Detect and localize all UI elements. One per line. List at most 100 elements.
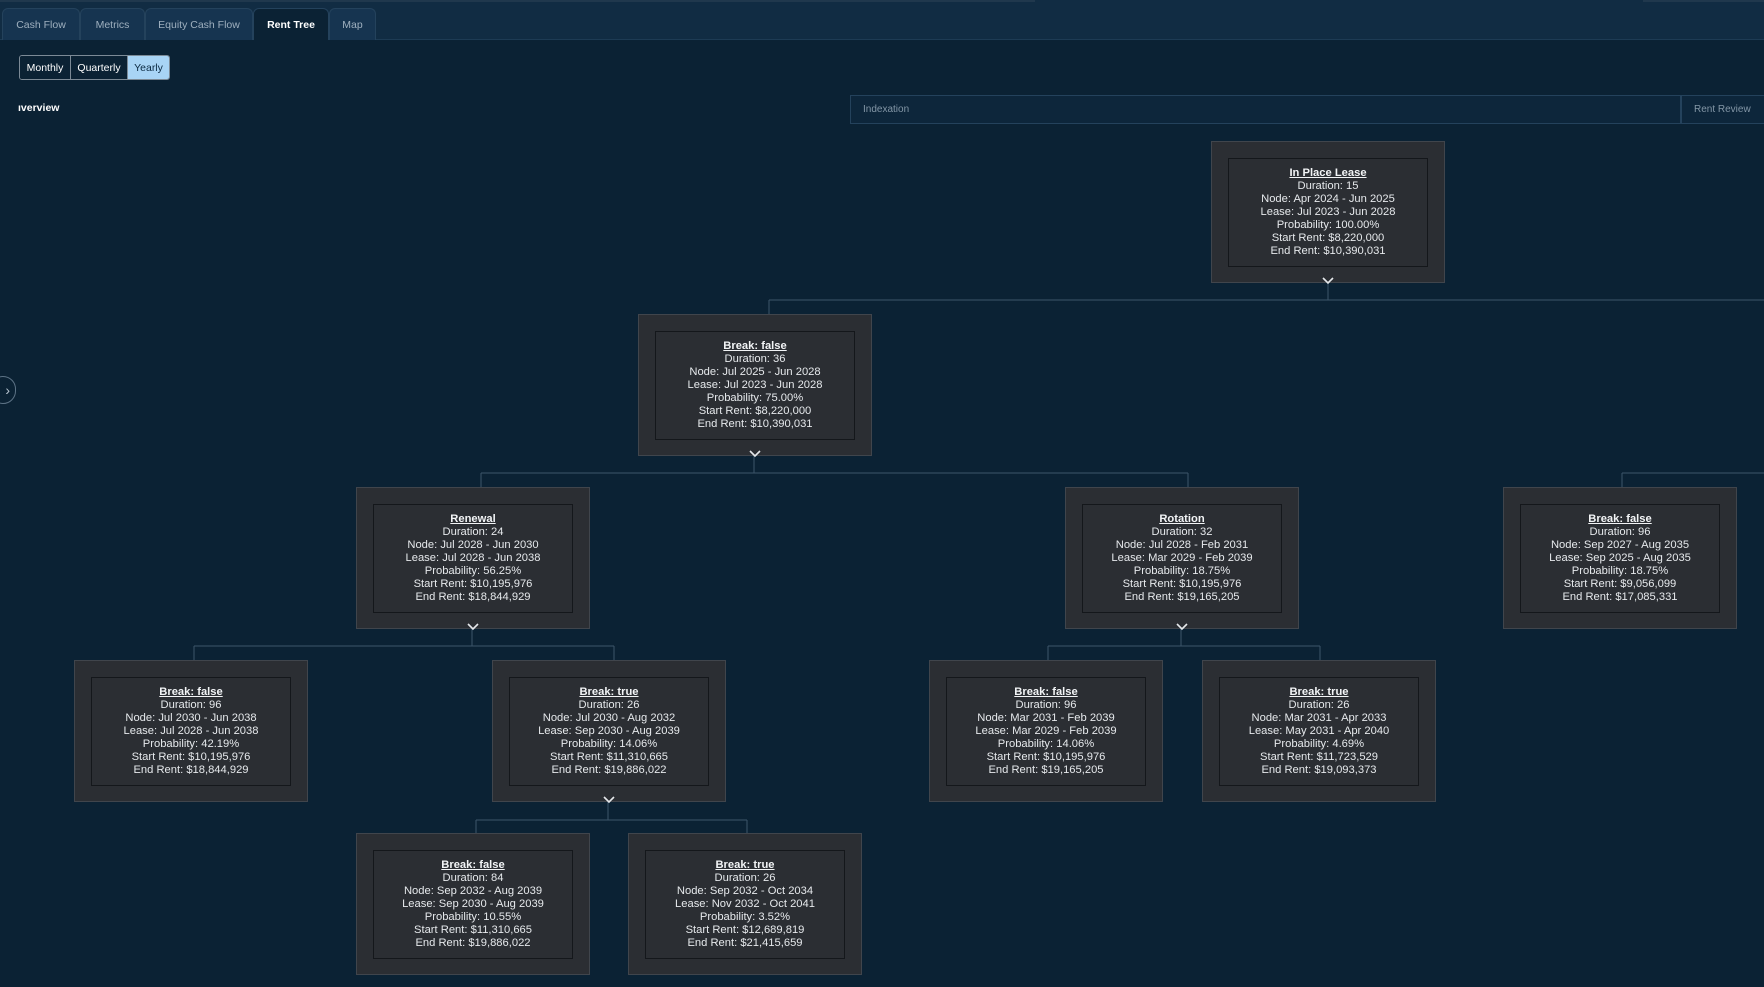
node-probability: Probability: 42.19% [142,738,240,750]
node-probability: Probability: 56.25% [424,565,522,577]
node-duration: Duration: 26 [578,699,640,711]
tree-node-card[interactable]: Break: false Duration: 96 Node: Sep 2027 -… [1503,487,1737,629]
node-lease-period: Lease: Sep 2030 - Aug 2039 [538,725,680,737]
node-probability: Probability: 14.06% [997,738,1095,750]
tree-node-details: In Place Lease Duration: 15 Node: Apr 2024… [1228,158,1428,267]
chevron-down-icon[interactable] [1174,621,1190,633]
node-title[interactable]: Break: true [579,686,638,699]
node-start-rent: Start Rent: $9,056,099 [1563,578,1677,590]
tree-node-details: Break: true Duration: 26 Node: Sep 2032 - … [645,850,845,959]
tree-node-details: Rotation Duration: 32 Node: Jul 2028 - Feb… [1082,504,1282,613]
node-end-rent: End Rent: $21,415,659 [687,937,803,949]
node-duration: Duration: 24 [442,526,504,538]
chevron-down-icon[interactable] [465,621,481,633]
node-end-rent: End Rent: $19,093,373 [1261,764,1377,776]
node-title[interactable]: In Place Lease [1289,167,1366,180]
node-probability: Probability: 14.06% [560,738,658,750]
node-period: Node: Apr 2024 - Jun 2025 [1261,193,1395,205]
node-end-rent: End Rent: $18,844,929 [133,764,249,776]
node-start-rent: Start Rent: $10,195,976 [413,578,533,590]
node-end-rent: End Rent: $19,165,205 [988,764,1104,776]
node-end-rent: End Rent: $19,886,022 [551,764,667,776]
node-probability: Probability: 100.00% [1276,219,1380,231]
node-title[interactable]: Break: true [715,859,774,872]
node-period: Node: Sep 2032 - Oct 2034 [676,885,814,897]
tree-connectors [193,283,1764,833]
node-start-rent: Start Rent: $10,195,976 [131,751,251,763]
node-end-rent: End Rent: $18,844,929 [415,591,531,603]
node-start-rent: Start Rent: $12,689,819 [685,924,805,936]
tree-node-card[interactable]: Break: true Duration: 26 Node: Jul 2030 - … [492,660,726,804]
node-start-rent: Start Rent: $10,195,976 [986,751,1106,763]
node-title[interactable]: Break: false [441,859,504,872]
node-period: Node: Jul 2028 - Feb 2031 [1115,539,1249,551]
tree-node-details: Break: true Duration: 26 Node: Mar 2031 - … [1219,677,1419,786]
node-title[interactable]: Renewal [450,513,495,526]
node-period: Node: Jul 2030 - Aug 2032 [542,712,676,724]
node-period: Node: Sep 2032 - Aug 2039 [403,885,543,897]
chevron-down-icon[interactable] [601,794,617,806]
node-end-rent: End Rent: $10,390,031 [697,418,813,430]
tree-node-card[interactable]: Renewal Duration: 24 Node: Jul 2028 - Jun … [356,487,590,631]
node-end-rent: End Rent: $17,085,331 [1562,591,1678,603]
tree-node-card[interactable]: Rotation Duration: 32 Node: Jul 2028 - Feb… [1065,487,1299,631]
node-title[interactable]: Break: false [159,686,222,699]
tree-node-details: Break: false Duration: 84 Node: Sep 2032 -… [373,850,573,959]
node-duration: Duration: 96 [1015,699,1077,711]
node-duration: Duration: 26 [714,872,776,884]
chevron-down-icon[interactable] [1320,275,1336,287]
node-lease-period: Lease: Mar 2029 - Feb 2039 [975,725,1117,737]
node-duration: Duration: 36 [724,353,786,365]
tree-node-details: Renewal Duration: 24 Node: Jul 2028 - Jun … [373,504,573,613]
tree-node-details: Break: false Duration: 96 Node: Jul 2030 -… [91,677,291,786]
node-period: Node: Jul 2030 - Jun 2038 [125,712,257,724]
tree-node-details: Break: false Duration: 36 Node: Jul 2025 -… [655,331,855,440]
node-start-rent: Start Rent: $11,310,665 [550,751,668,763]
tree-node-details: Break: false Duration: 96 Node: Sep 2027 -… [1520,504,1720,613]
tree-node-card[interactable]: In Place Lease Duration: 15 Node: Apr 2024… [1211,141,1445,285]
node-start-rent: Start Rent: $8,220,000 [698,405,812,417]
node-lease-period: Lease: Jul 2028 - Jun 2038 [405,552,541,564]
node-start-rent: Start Rent: $11,723,529 [1260,751,1378,763]
chevron-down-icon[interactable] [747,448,763,460]
tree-node-card[interactable]: Break: false Duration: 96 Node: Jul 2030 -… [74,660,308,802]
node-period: Node: Mar 2031 - Apr 2033 [1251,712,1387,724]
node-probability: Probability: 18.75% [1571,565,1669,577]
node-duration: Duration: 96 [160,699,222,711]
node-end-rent: End Rent: $10,390,031 [1270,245,1386,257]
node-period: Node: Mar 2031 - Feb 2039 [977,712,1115,724]
tree-node-card[interactable]: Break: true Duration: 26 Node: Mar 2031 - … [1202,660,1436,802]
node-period: Node: Sep 2027 - Aug 2035 [1550,539,1690,551]
tree-node-card[interactable]: Break: false Duration: 96 Node: Mar 2031 -… [929,660,1163,802]
tree-node-card[interactable]: Break: false Duration: 36 Node: Jul 2025 -… [638,314,872,458]
node-lease-period: Lease: Nov 2032 - Oct 2041 [675,898,815,910]
node-lease-period: Lease: May 2031 - Apr 2040 [1248,725,1390,737]
node-start-rent: Start Rent: $11,310,665 [414,924,532,936]
node-lease-period: Lease: Mar 2029 - Feb 2039 [1111,552,1253,564]
tree-node-details: Break: false Duration: 96 Node: Mar 2031 -… [946,677,1146,786]
tree-node-card[interactable]: Break: true Duration: 26 Node: Sep 2032 - … [628,833,862,975]
node-period: Node: Jul 2025 - Jun 2028 [689,366,821,378]
node-probability: Probability: 4.69% [1273,738,1365,750]
node-duration: Duration: 84 [442,872,504,884]
node-lease-period: Lease: Jul 2023 - Jun 2028 [1260,206,1396,218]
node-probability: Probability: 10.55% [424,911,522,923]
node-title[interactable]: Break: false [1588,513,1651,526]
node-duration: Duration: 26 [1288,699,1350,711]
node-lease-period: Lease: Jul 2028 - Jun 2038 [123,725,259,737]
node-lease-period: Lease: Sep 2030 - Aug 2039 [402,898,544,910]
node-lease-period: Lease: Sep 2025 - Aug 2035 [1549,552,1691,564]
node-end-rent: End Rent: $19,165,205 [1124,591,1240,603]
node-title[interactable]: Break: true [1289,686,1348,699]
tree-node-card[interactable]: Break: false Duration: 84 Node: Sep 2032 -… [356,833,590,975]
node-title[interactable]: Break: false [1014,686,1077,699]
node-period: Node: Jul 2028 - Jun 2030 [407,539,539,551]
tree-node-details: Break: true Duration: 26 Node: Jul 2030 - … [509,677,709,786]
node-start-rent: Start Rent: $10,195,976 [1122,578,1242,590]
node-title[interactable]: Rotation [1159,513,1204,526]
node-lease-period: Lease: Jul 2023 - Jun 2028 [687,379,823,391]
node-duration: Duration: 96 [1589,526,1651,538]
node-probability: Probability: 18.75% [1133,565,1231,577]
node-probability: Probability: 3.52% [699,911,791,923]
node-title[interactable]: Break: false [723,340,786,353]
